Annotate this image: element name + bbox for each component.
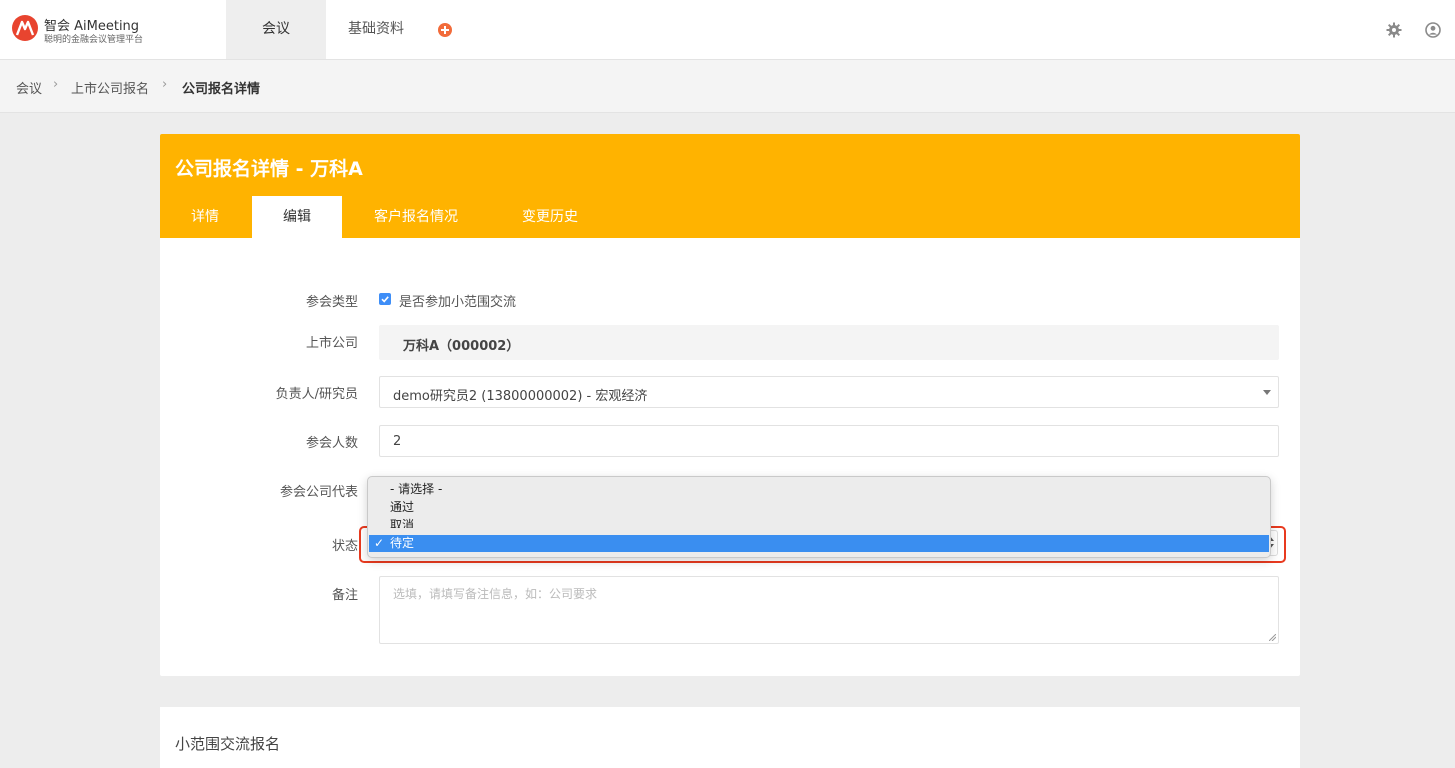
owner-label: 负责人/研究员	[275, 387, 358, 402]
nav-tab-meetings[interactable]: 会议	[226, 0, 326, 59]
owner-select[interactable]: demo研究员2 (13800000002) - 宏观经济	[379, 376, 1279, 408]
checkmark-icon	[381, 296, 389, 303]
resize-grip-icon[interactable]	[1269, 634, 1276, 641]
status-option-please-select[interactable]: - 请选择 -	[369, 481, 1269, 498]
logo-subtitle: 聪明的金融会议管理平台	[44, 35, 144, 45]
logo-icon	[12, 15, 38, 41]
attendee-count-label: 参会人数	[305, 436, 358, 451]
attendee-count-input[interactable]: 2	[379, 425, 1279, 457]
listed-company-label: 上市公司	[305, 336, 358, 351]
nav-tab-basic-data[interactable]: 基础资料	[326, 0, 426, 59]
user-icon[interactable]	[1425, 22, 1441, 38]
gear-icon[interactable]	[1386, 22, 1402, 38]
section-title: 小范围交流报名	[175, 735, 281, 753]
status-label: 状态	[331, 539, 358, 554]
card-header: 公司报名详情 - 万科A 详情 编辑 客户报名情况 变更历史	[160, 134, 1300, 238]
small-exchange-label[interactable]: 是否参加小范围交流	[399, 291, 516, 310]
meeting-type-label: 参会类型	[305, 295, 358, 310]
small-exchange-checkbox[interactable]	[379, 293, 391, 305]
remark-textarea[interactable]: 选填，请填写备注信息，如：公司要求	[379, 576, 1279, 644]
status-option-approve[interactable]: 通过	[369, 499, 1269, 516]
chevron-right-icon: ›	[53, 77, 59, 92]
owner-select-value: demo研究员2 (13800000002) - 宏观经济	[393, 389, 648, 404]
top-navbar: 智会 AiMeeting 聪明的金融会议管理平台 会议 基础资料	[0, 0, 1455, 60]
small-exchange-card: 小范围交流报名	[160, 707, 1300, 768]
add-icon[interactable]	[438, 23, 452, 37]
page-title: 公司报名详情 - 万科A	[175, 158, 363, 180]
tab-change-history[interactable]: 变更历史	[504, 196, 596, 238]
listed-company-field: 万科A（000002）	[379, 325, 1279, 360]
remark-label: 备注	[331, 588, 358, 603]
chevron-right-icon: ›	[162, 77, 168, 92]
status-dropdown-menu: - 请选择 - 通过 取消 ✓ 待定	[367, 476, 1271, 558]
breadcrumb: 会议 › 上市公司报名 › 公司报名详情	[0, 60, 1455, 113]
attendee-count-value: 2	[393, 434, 402, 449]
status-option-cancel[interactable]: 取消	[369, 517, 1269, 528]
signup-detail-card: 公司报名详情 - 万科A 详情 编辑 客户报名情况 变更历史 参会类型 是否参加…	[160, 134, 1300, 676]
breadcrumb-company-signup[interactable]: 上市公司报名	[71, 78, 149, 97]
breadcrumb-current: 公司报名详情	[182, 82, 261, 97]
tab-client-signup[interactable]: 客户报名情况	[358, 196, 474, 238]
check-icon: ✓	[374, 536, 385, 550]
caret-down-icon	[1263, 390, 1271, 395]
company-rep-label: 参会公司代表	[279, 485, 358, 500]
tab-details[interactable]: 详情	[173, 196, 237, 238]
remark-placeholder: 选填，请填写备注信息，如：公司要求	[393, 587, 598, 601]
listed-company-value: 万科A（000002）	[403, 339, 520, 354]
tab-edit[interactable]: 编辑	[252, 196, 342, 238]
status-option-pending[interactable]: ✓ 待定	[369, 535, 1269, 552]
breadcrumb-meetings[interactable]: 会议	[16, 78, 42, 97]
